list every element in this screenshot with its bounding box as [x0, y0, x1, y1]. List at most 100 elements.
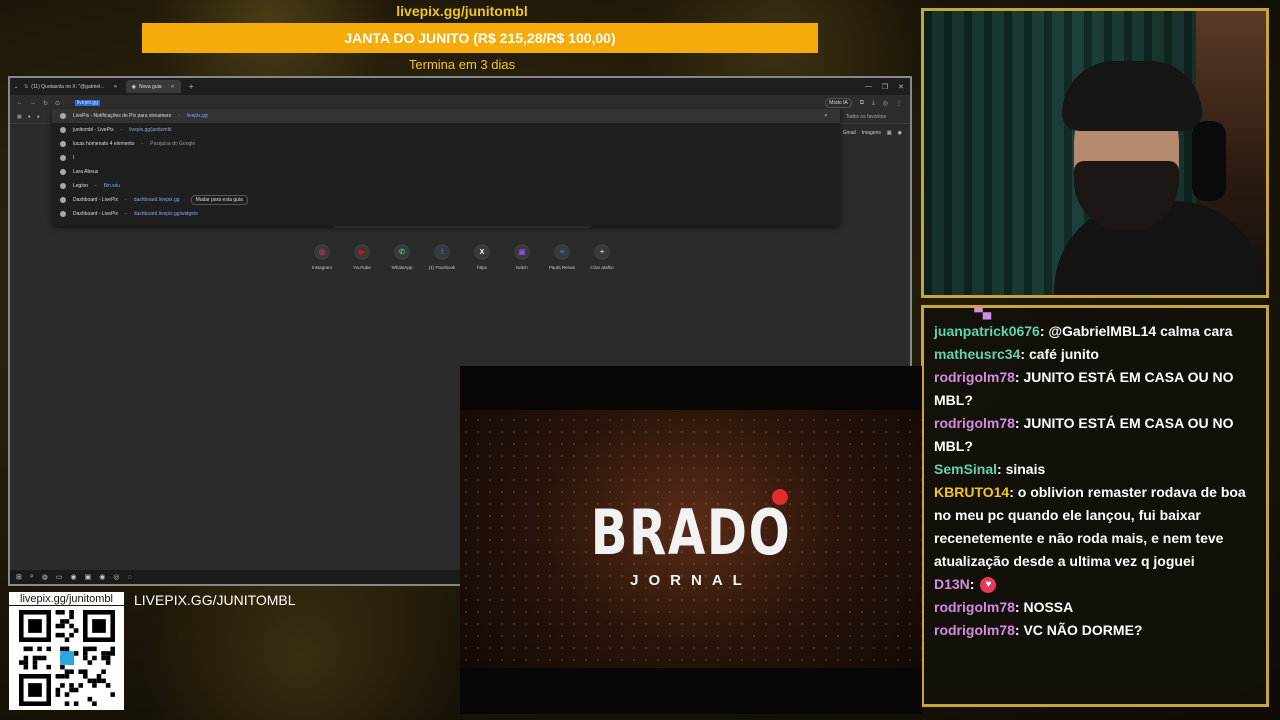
- shortcut-label: WhatsApp: [391, 265, 413, 270]
- chat-username[interactable]: juanpatrick0676: [934, 323, 1040, 339]
- shortcut-label: Criar atalho: [590, 265, 614, 270]
- obs-icon[interactable]: ◎: [113, 573, 119, 581]
- omnibox-suggestion[interactable]: Legion - Bin.wiu: [52, 179, 840, 193]
- site-info-icon[interactable]: ⊙: [55, 100, 60, 107]
- favicon-icon: [60, 211, 66, 217]
- chat-username[interactable]: matheusrc34: [934, 346, 1020, 362]
- omnibox-suggestion[interactable]: junitombl - LivePix - livepix.gg/junitom…: [52, 123, 840, 137]
- omnibox-suggestion[interactable]: l: [52, 151, 840, 165]
- chat-username[interactable]: rodrigolm78: [934, 622, 1015, 638]
- suggestion-title: Dashboard - LivePix: [73, 211, 119, 217]
- qr-label: livepix.gg/junitombl: [9, 592, 124, 605]
- goal-deadline: Termina em 3 dias: [408, 57, 516, 72]
- images-link[interactable]: Imagens: [862, 130, 881, 136]
- shortcut-tile[interactable]: f (1) Facebook: [426, 244, 458, 270]
- suggestion-title: LivePix - Notificações de Pix para strea…: [73, 113, 172, 119]
- suggestion-separator: -: [95, 183, 97, 189]
- extensions-icon[interactable]: ⧉: [860, 100, 864, 107]
- remove-suggestion-icon[interactable]: ✕: [824, 113, 828, 119]
- omnibox-suggestion[interactable]: Lara Abeus: [52, 165, 840, 179]
- suggestion-hint: Pesquisa do Google: [150, 141, 196, 147]
- chat-username[interactable]: KBRUTO14: [934, 484, 1009, 500]
- modo-ia-button[interactable]: Modo IA: [825, 98, 852, 108]
- webcam-feed: [921, 8, 1269, 298]
- chat-cut-off-line: ▔▔▔▔ ▀▄: [934, 308, 992, 319]
- gmail-link[interactable]: Gmail: [843, 130, 856, 136]
- favicon-icon: [60, 197, 66, 203]
- tab-new[interactable]: ◉ Nova guia ✕: [125, 80, 181, 93]
- close-icon[interactable]: ✕: [113, 84, 117, 90]
- chat-text: : café junito: [1020, 346, 1099, 362]
- app-icon[interactable]: ◌: [127, 574, 131, 581]
- shortcut-tile[interactable]: ▣ twitch: [506, 244, 538, 270]
- omnibox-suggestion[interactable]: LivePix - Notificações de Pix para strea…: [52, 109, 840, 123]
- omnibox-input[interactable]: livepix.gg: [75, 100, 100, 106]
- suggestion-title: Legion: [73, 183, 89, 189]
- chat-text: : @GabrielMBL14 calma cara: [1039, 323, 1233, 339]
- close-icon[interactable]: ✕: [171, 84, 175, 90]
- suggestion-url: livepix.gg: [186, 113, 208, 119]
- streamer-hair: [1062, 61, 1202, 131]
- search-icon[interactable]: ⌕: [30, 573, 34, 581]
- shortcut-tile[interactable]: Xhttps: [466, 244, 498, 270]
- chat-username[interactable]: rodrigolm78: [934, 599, 1015, 615]
- chrome-favicon-icon: ◉: [131, 83, 136, 90]
- chat-username[interactable]: rodrigolm78: [934, 369, 1015, 385]
- suggestion-separator: -: [125, 197, 127, 203]
- shortcut-tile[interactable]: ◎ Instagram: [306, 244, 338, 270]
- shortcut-icon: X: [474, 244, 490, 260]
- shortcut-icon: f: [434, 244, 450, 260]
- suggestion-url: livepix.gg/junitombl: [129, 127, 172, 133]
- app-icon[interactable]: ▣: [85, 573, 92, 581]
- back-icon[interactable]: ←: [17, 100, 23, 106]
- shortcut-tile[interactable]: ✆ WhatsApp: [386, 244, 418, 270]
- search-icon: [60, 155, 66, 161]
- tab-bar: ⌄ 𝕏 (11) Quotasola no X: "@gabriel... ✕ …: [10, 78, 910, 95]
- shortcut-tile[interactable]: + Criar atalho: [586, 244, 618, 270]
- chat-username[interactable]: SemSinal: [934, 461, 997, 477]
- chat-message: rodrigolm78: JUNITO ESTÁ EM CASA OU NO M…: [934, 412, 1258, 458]
- download-icon[interactable]: ⤓: [872, 100, 875, 107]
- chat-message: rodrigolm78: JUNITO ESTÁ EM CASA OU NO M…: [934, 366, 1258, 412]
- all-bookmarks-link[interactable]: Todos os favoritos: [846, 114, 910, 120]
- switch-to-tab-button[interactable]: Mudar para esta guia: [190, 195, 248, 205]
- menu-icon[interactable]: ⋮: [896, 100, 902, 107]
- apps-grid-icon[interactable]: ▦: [887, 130, 892, 136]
- bookmark-icon[interactable]: ●: [37, 114, 40, 120]
- shortcut-tile[interactable]: ▶ YouTube: [346, 244, 378, 270]
- chrome-icon[interactable]: ◉: [71, 573, 77, 581]
- forward-icon[interactable]: →: [30, 100, 36, 106]
- chat-message: matheusrc34: café junito: [934, 343, 1258, 366]
- firefox-icon[interactable]: ◍: [42, 573, 48, 581]
- heart-emote-icon: ♥: [980, 577, 997, 594]
- apps-icon[interactable]: ▦: [17, 114, 22, 120]
- minimize-icon[interactable]: —: [865, 83, 872, 91]
- chat-username[interactable]: rodrigolm78: [934, 415, 1015, 431]
- suggestion-url: dashboard.livepix.gg/widgets: [133, 211, 198, 217]
- reload-icon[interactable]: ↻: [43, 100, 48, 107]
- omnibox-suggestion[interactable]: lucas homenato 4 elemento - Pesquisa do …: [52, 137, 840, 151]
- shortcut-icon: ▶: [354, 244, 370, 260]
- ntp-shortcuts: ◎ Instagram ▶ YouTube ✆ WhatsApp f (1) Facebook…: [306, 244, 618, 270]
- search-icon: [60, 141, 66, 147]
- chrome-icon[interactable]: ◉: [99, 573, 105, 581]
- file-explorer-icon[interactable]: ▭: [56, 573, 63, 581]
- maximize-icon[interactable]: ❐: [882, 83, 888, 91]
- goal-progress-bar: JANTA DO JUNITO (R$ 215,28/R$ 100,00): [142, 23, 818, 53]
- chat-username[interactable]: D13N: [934, 576, 970, 592]
- omnibox-suggestion[interactable]: Dashboard - LivePix - dashboard.livepix.…: [52, 207, 840, 221]
- shortcut-icon: ▣: [514, 244, 530, 260]
- new-tab-icon[interactable]: +: [183, 82, 200, 91]
- window-controls: — ❐ ✕: [865, 83, 910, 91]
- avatar[interactable]: ◉: [898, 130, 902, 136]
- shortcut-icon: +: [594, 244, 610, 260]
- bookmark-icon[interactable]: ●: [28, 114, 31, 120]
- omnibox-suggestion[interactable]: Dashboard - LivePix - dashboard.livepix.…: [52, 193, 840, 207]
- profile-icon[interactable]: ◎: [883, 100, 888, 107]
- tab-x-post[interactable]: 𝕏 (11) Quotasola no X: "@gabriel... ✕: [18, 80, 123, 93]
- shortcut-tile[interactable]: ≡ Pauta Renan: [546, 244, 578, 270]
- chat-message: rodrigolm78: VC NÃO DORME?: [934, 619, 1258, 642]
- close-window-icon[interactable]: ✕: [898, 83, 904, 91]
- start-icon[interactable]: ⊞: [16, 573, 22, 581]
- suggestion-title: l: [73, 155, 75, 161]
